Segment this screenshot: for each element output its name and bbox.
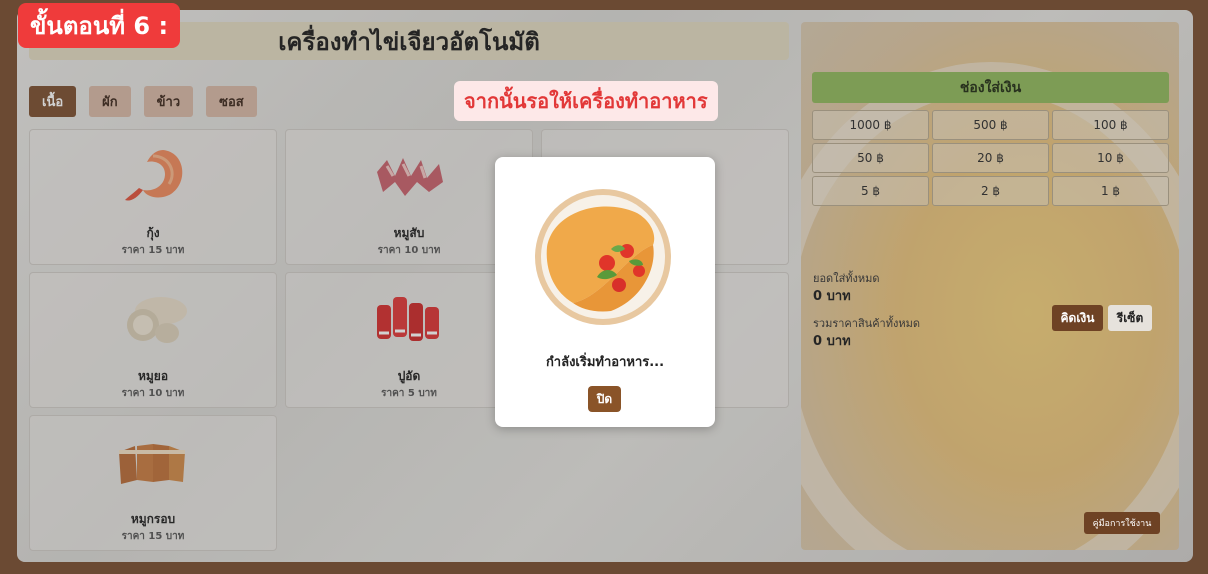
user-manual-button[interactable]: คู่มือการใช้งาน [1084,512,1160,534]
reset-button[interactable]: รีเซ็ต [1108,305,1152,331]
calculate-button[interactable]: คิดเงิน [1052,305,1103,331]
close-button[interactable]: ปิด [588,386,621,412]
step-badge: ขั้นตอนที่ 6 : [18,3,181,48]
omelette-icon [535,189,671,325]
cooking-message: กำลังเริ่มทำอาหาร... [545,355,665,370]
cooking-modal: กำลังเริ่มทำอาหาร... ปิด [495,157,715,427]
tutorial-callout: จากนั้นรอให้เครื่องทำอาหาร [454,81,718,121]
